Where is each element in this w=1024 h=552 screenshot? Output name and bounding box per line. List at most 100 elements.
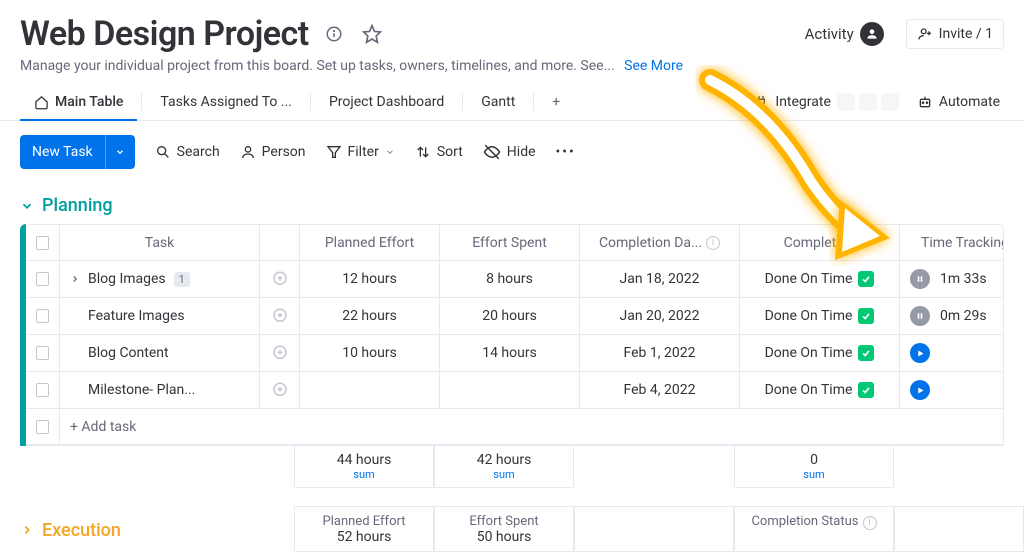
search-button[interactable]: Search [155,144,220,160]
info-icon[interactable] [321,21,347,47]
completion-status-cell[interactable]: Done On Time [740,298,900,334]
activity-button[interactable]: Activity [805,22,884,46]
time-tracking-play-button[interactable] [910,343,930,363]
completion-date-cell[interactable]: Jan 20, 2022 [580,298,740,334]
completion-date-cell[interactable]: Jan 18, 2022 [580,261,740,297]
see-more-link[interactable]: See More [624,58,683,74]
planned-effort-cell[interactable] [300,372,440,408]
sort-button[interactable]: Sort [415,144,463,160]
effort-spent-cell[interactable] [440,372,580,408]
conversation-button[interactable] [260,335,300,371]
column-completion[interactable]: Completion [740,225,900,260]
effort-spent-cell[interactable]: 20 hours [440,298,580,334]
exec-completion-header: Completion Statusi [734,506,894,552]
more-options-button[interactable]: ••• [556,144,576,160]
table-row[interactable]: Milestone- Plan... Feb 4, 2022 Done On T… [26,372,1003,409]
tab-label: Project Dashboard [329,94,444,110]
row-checkbox[interactable] [36,272,49,286]
board-description: Manage your individual project from this… [20,58,615,74]
tab-label: Main Table [55,94,123,110]
table-header: Task Planned Effort Effort Spent Complet… [26,225,1003,261]
row-checkbox[interactable] [36,309,49,323]
person-filter-button[interactable]: Person [240,144,306,160]
table-row[interactable]: Blog Content 10 hours 14 hours Feb 1, 20… [26,335,1003,372]
invite-button[interactable]: Invite / 1 [906,19,1004,49]
table-row[interactable]: Feature Images 22 hours 20 hours Jan 20,… [26,298,1003,335]
chat-plus-icon [271,307,289,325]
exec-time-header [894,506,1024,552]
group-name: Execution [42,520,121,541]
row-checkbox[interactable] [36,420,49,434]
filter-button[interactable]: Filter [326,144,395,160]
column-time-tracking[interactable]: Time Tracking [900,225,1004,260]
completion-status-cell[interactable]: Done On Time [740,335,900,371]
add-view-button[interactable]: + [538,84,574,120]
time-tracking-pause-button[interactable] [910,306,930,326]
column-planned-effort[interactable]: Planned Effort [300,225,440,260]
completion-status-cell[interactable]: Done On Time [740,372,900,408]
task-name-cell[interactable]: Blog Images 1 [60,261,260,297]
time-tracking-cell[interactable]: 1m 33s [900,261,1004,297]
planned-effort-cell[interactable]: 12 hours [300,261,440,297]
new-task-dropdown[interactable] [105,135,135,169]
column-task[interactable]: Task [60,225,260,260]
favorite-star-icon[interactable] [359,21,385,47]
effort-spent-cell[interactable]: 14 hours [440,335,580,371]
expand-subitems-icon[interactable] [70,274,80,284]
exec-planned-header: Planned Effort52 hours [294,506,434,552]
row-checkbox[interactable] [36,346,49,360]
task-name-cell[interactable]: Feature Images [60,298,260,334]
conversation-button[interactable] [260,372,300,408]
time-tracking-play-button[interactable] [910,380,930,400]
chevron-down-icon [115,147,125,157]
sort-label: Sort [437,144,463,160]
effort-spent-cell[interactable]: 8 hours [440,261,580,297]
invite-label: Invite / 1 [939,26,993,42]
time-tracking-cell[interactable]: 0m 29s [900,298,1004,334]
group-name: Planning [42,195,113,216]
time-tracking-cell[interactable] [900,335,1004,371]
table-row[interactable]: Blog Images 1 12 hours 8 hours Jan 18, 2… [26,261,1003,298]
sum-planned: 44 hourssum [294,446,434,488]
time-value: 0m 29s [940,308,987,324]
tab-main-table[interactable]: Main Table [20,84,137,120]
completion-status-cell[interactable]: Done On Time [740,261,900,297]
time-tracking-cell[interactable] [900,372,1004,408]
time-tracking-pause-button[interactable] [910,269,930,289]
task-name: Feature Images [88,308,185,324]
group-toggle-planning[interactable]: Planning [20,185,1004,224]
search-label: Search [177,144,220,160]
completion-date-cell[interactable]: Feb 4, 2022 [580,372,740,408]
conversation-button[interactable] [260,261,300,297]
integrate-button[interactable]: Integrate [753,93,899,111]
task-name-cell[interactable]: Blog Content [60,335,260,371]
info-icon: i [706,236,720,250]
task-name-cell[interactable]: Milestone- Plan... [60,372,260,408]
conversation-button[interactable] [260,298,300,334]
add-task-row[interactable]: + Add task [26,409,1003,445]
select-all-checkbox[interactable] [36,236,49,250]
tab-tasks-assigned[interactable]: Tasks Assigned To ... [146,84,306,120]
automate-button[interactable]: Automate [917,94,1000,110]
sum-spent: 42 hourssum [434,446,574,488]
integrate-label: Integrate [775,94,831,110]
tab-label: Tasks Assigned To ... [160,94,292,110]
planned-effort-cell[interactable]: 22 hours [300,298,440,334]
filter-icon [326,144,342,160]
group-toggle-execution[interactable]: Execution [20,506,294,552]
tab-gantt[interactable]: Gantt [467,84,529,120]
row-checkbox[interactable] [36,383,49,397]
chat-plus-icon [271,270,289,288]
task-name: Milestone- Plan... [88,382,195,398]
completion-date-cell[interactable]: Feb 1, 2022 [580,335,740,371]
chevron-down-icon [385,147,395,157]
column-completion-date[interactable]: Completion Da...i [580,225,740,260]
info-icon: i [863,516,877,530]
exec-spent-header: Effort Spent50 hours [434,506,574,552]
new-task-button[interactable]: New Task [20,135,135,169]
column-effort-spent[interactable]: Effort Spent [440,225,580,260]
planned-effort-cell[interactable]: 10 hours [300,335,440,371]
tab-project-dashboard[interactable]: Project Dashboard [315,84,458,120]
hide-button[interactable]: Hide [483,143,536,161]
hide-label: Hide [507,144,536,160]
